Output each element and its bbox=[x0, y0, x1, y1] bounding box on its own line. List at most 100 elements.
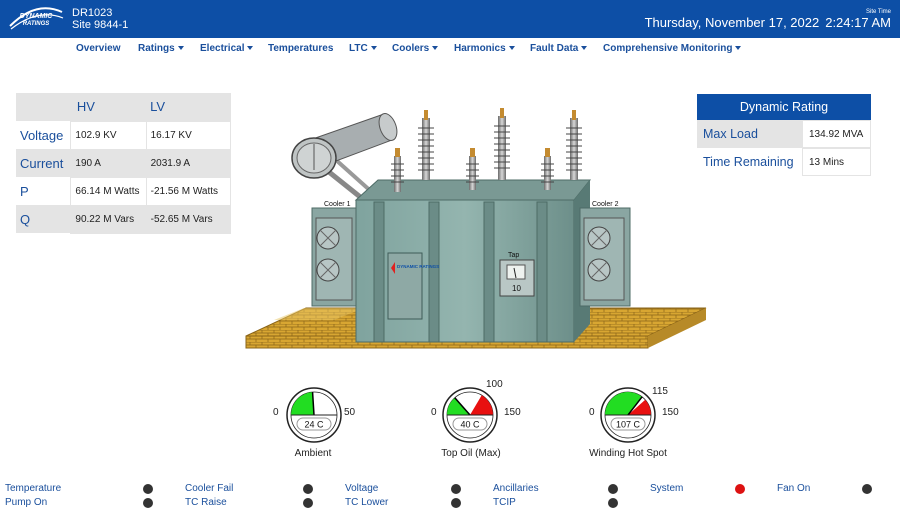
nav-overview[interactable]: Overview bbox=[76, 43, 120, 54]
device-id: DR1023 bbox=[72, 7, 113, 19]
nav-harmonics[interactable]: Harmonics bbox=[454, 43, 515, 54]
cooler-2: Cooler 2 bbox=[579, 201, 631, 307]
nav-comprehensive-monitoring[interactable]: Comprehensive Monitoring bbox=[603, 43, 742, 54]
gauge-ambient[interactable]: 24 C bbox=[286, 387, 342, 443]
status-led-cooler-fail bbox=[303, 484, 313, 494]
nav-label: Temperatures bbox=[268, 43, 334, 54]
dynamic-rating-panel: Dynamic Rating Max Load 134.92 MVA Time … bbox=[697, 94, 871, 176]
status-led-tcip bbox=[608, 498, 618, 508]
gauge-title-winding-hot-spot: Winding Hot Spot bbox=[589, 448, 667, 459]
nav-label: Electrical bbox=[200, 43, 245, 54]
table-row-p: P 66.14 M Watts -21.56 M Watts bbox=[16, 176, 232, 206]
nav-label: Comprehensive Monitoring bbox=[603, 43, 733, 54]
gauge-alarm-label: 100 bbox=[486, 379, 503, 390]
time-remaining-row: Time Remaining 13 Mins bbox=[697, 148, 871, 176]
time-remaining-label: Time Remaining bbox=[703, 155, 794, 169]
status-led-system bbox=[735, 484, 745, 494]
caret-down-icon bbox=[370, 46, 377, 51]
status-led-tc-lower bbox=[451, 498, 461, 508]
status-label-tcip: TCIP bbox=[493, 497, 516, 508]
nav-label: Fault Data bbox=[530, 43, 579, 54]
corner-cell bbox=[16, 93, 71, 121]
status-label-tc-lower: TC Lower bbox=[345, 497, 389, 508]
gauge-value-text: 40 C bbox=[460, 420, 480, 430]
status-led-temperature bbox=[143, 484, 153, 494]
gauge-min-label: 0 bbox=[589, 407, 595, 418]
gauge-winding-hot-spot[interactable]: 107 C bbox=[600, 387, 656, 443]
tap-label: Tap bbox=[508, 252, 519, 259]
gauge-max-label: 50 bbox=[344, 407, 356, 418]
nav-temperatures[interactable]: Temperatures bbox=[268, 43, 333, 54]
svg-text:RATINGS: RATINGS bbox=[23, 21, 50, 27]
table-row-voltage: Voltage 102.9 KV 16.17 KV bbox=[16, 120, 232, 150]
dynamic-ratings-logo[interactable]: DYNAMIC RATINGS bbox=[8, 6, 64, 32]
nav-label: Ratings bbox=[138, 43, 175, 54]
transformer-graphic[interactable]: Cooler 1 Cooler 2 DYNAMIC RATINGS Tap 10 bbox=[244, 108, 708, 354]
gauge-value-text: 107 C bbox=[616, 420, 641, 430]
nav-fault-data[interactable]: Fault Data bbox=[530, 43, 588, 54]
max-load-label: Max Load bbox=[703, 127, 758, 141]
table-row-current: Current 190 A 2031.9 A bbox=[16, 148, 232, 178]
lv-value: 2031.9 A bbox=[145, 148, 232, 178]
cabinet-logo-text: DYNAMIC RATINGS bbox=[397, 264, 439, 269]
site-name: Site 9844-1 bbox=[72, 19, 129, 31]
gauge-alarm-label: 115 bbox=[652, 386, 668, 397]
cooler-1: Cooler 1 bbox=[311, 201, 357, 307]
status-label-voltage: Voltage bbox=[345, 483, 379, 494]
site-datetime: Thursday, November 17, 2022 2:24:17 AM bbox=[645, 15, 891, 30]
row-label: Q bbox=[16, 205, 71, 233]
gauge-min-label: 0 bbox=[431, 407, 437, 418]
caret-down-icon bbox=[508, 46, 515, 51]
table-row-q: Q 90.22 M Vars -52.65 M Vars bbox=[16, 204, 232, 234]
status-label-temperature: Temperature bbox=[5, 483, 62, 494]
gauge-min-label: 0 bbox=[273, 407, 279, 418]
status-led-pump-on bbox=[143, 498, 153, 508]
nav-ratings[interactable]: Ratings bbox=[138, 43, 184, 54]
top-bar: DYNAMIC RATINGS DR1023 Site 9844-1 Site … bbox=[0, 0, 900, 38]
status-led-tc-raise bbox=[303, 498, 313, 508]
dynamic-rating-title: Dynamic Rating bbox=[697, 94, 871, 120]
gauge-value-text: 24 C bbox=[304, 420, 324, 430]
col-lv-header: LV bbox=[146, 93, 231, 121]
gauge-title-ambient: Ambient bbox=[294, 448, 332, 459]
gauge-title-top-oil: Top Oil (Max) bbox=[441, 448, 501, 459]
hv-bushings bbox=[418, 108, 582, 180]
svg-text:DYNAMIC: DYNAMIC bbox=[20, 13, 54, 20]
col-hv-header: HV bbox=[70, 93, 147, 121]
cooler-1-label: Cooler 1 bbox=[324, 201, 351, 208]
main-nav: Overview Ratings Electrical Temperatures… bbox=[0, 38, 900, 60]
site-time: Site Time Thursday, November 17, 2022 2:2… bbox=[645, 9, 891, 30]
gauge-top-oil[interactable]: 40 C bbox=[442, 387, 498, 443]
nav-electrical[interactable]: Electrical bbox=[200, 43, 254, 54]
max-load-row: Max Load 134.92 MVA bbox=[697, 120, 871, 148]
row-label: Current bbox=[16, 149, 71, 177]
hv-value: 190 A bbox=[70, 148, 147, 178]
gauge-max-label: 150 bbox=[504, 407, 521, 418]
caret-down-icon bbox=[247, 46, 254, 51]
status-label-pump-on: Pump On bbox=[5, 497, 48, 508]
caret-down-icon bbox=[735, 46, 742, 51]
nav-coolers[interactable]: Coolers bbox=[392, 43, 439, 54]
caret-down-icon bbox=[432, 46, 439, 51]
nav-label: LTC bbox=[349, 43, 368, 54]
status-label-system: System bbox=[650, 483, 684, 494]
nav-ltc[interactable]: LTC bbox=[349, 43, 377, 54]
cooler-2-label: Cooler 2 bbox=[592, 201, 619, 208]
status-label-ancillaries: Ancillaries bbox=[493, 483, 539, 494]
hv-value: 90.22 M Vars bbox=[70, 204, 147, 234]
nav-label: Overview bbox=[76, 43, 121, 54]
nav-label: Coolers bbox=[392, 43, 430, 54]
nav-label: Harmonics bbox=[454, 43, 506, 54]
lv-value: -52.65 M Vars bbox=[145, 204, 232, 234]
lv-value: 16.17 KV bbox=[145, 120, 232, 150]
row-label: Voltage bbox=[20, 127, 64, 143]
lv-value: -21.56 M Watts bbox=[145, 176, 232, 206]
status-label-tc-raise: TC Raise bbox=[185, 497, 227, 508]
hv-value: 66.14 M Watts bbox=[70, 176, 147, 206]
site-date: Thursday, November 17, 2022 bbox=[644, 15, 820, 30]
gauge-max-label: 150 bbox=[662, 407, 679, 418]
site-clock: 2:24:17 AM bbox=[825, 15, 891, 30]
hv-value: 102.9 KV bbox=[70, 120, 147, 150]
status-led-ancillaries bbox=[608, 484, 618, 494]
electrical-table: HV LV Voltage 102.9 KV 16.17 KV Current … bbox=[16, 93, 232, 234]
